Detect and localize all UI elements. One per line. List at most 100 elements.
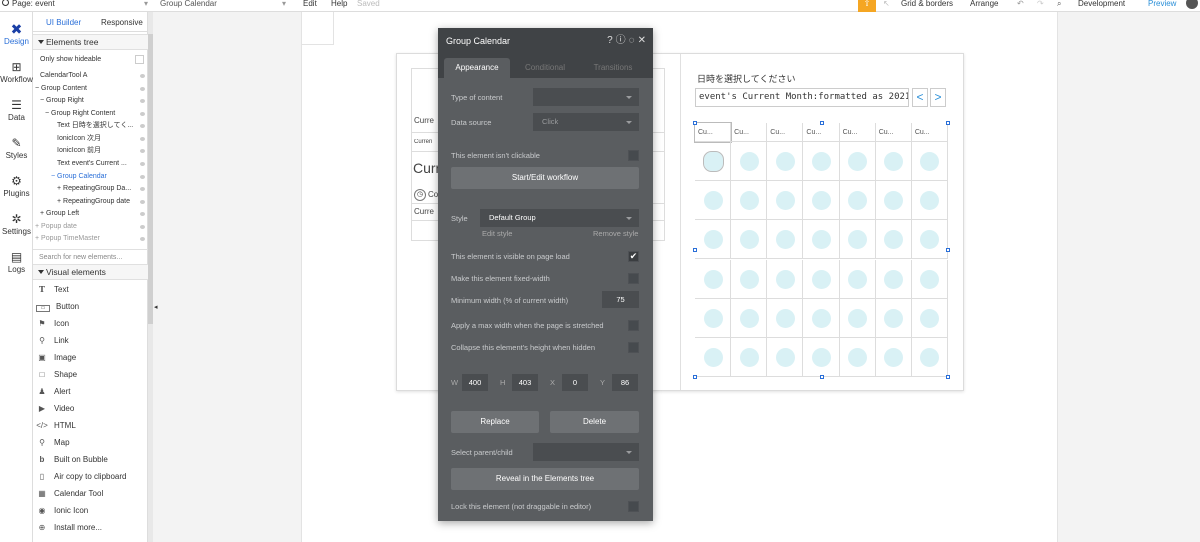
day-header[interactable]: Cu... [693,122,733,143]
x-input[interactable]: 0 [562,374,588,391]
calendar-cell[interactable] [767,181,804,221]
eye-icon[interactable] [140,124,145,128]
tab-design[interactable]: ✖ Design [0,22,33,46]
calendar-cell[interactable] [731,142,768,182]
visual-element-map[interactable]: ⚲ Map [36,434,146,451]
collapse-height-checkbox[interactable] [628,342,639,353]
calendar-cell[interactable] [767,259,804,299]
date-dot[interactable] [920,269,940,289]
calendar-cell[interactable] [839,259,876,299]
day-header[interactable]: Cu... [731,123,768,142]
left-text-4[interactable]: Co [428,190,438,199]
calendar-cell[interactable] [803,220,840,260]
date-dot[interactable] [920,230,940,250]
date-dot[interactable] [884,191,904,211]
tree-item[interactable]: − Group Right [33,95,148,107]
date-dot[interactable] [811,230,831,250]
delete-button[interactable]: Delete [550,411,639,433]
grid-borders-menu[interactable]: Grid & borders [901,0,953,9]
y-input[interactable]: 86 [612,374,638,391]
visual-element-text[interactable]: T Text [36,281,146,298]
calendar-grid[interactable]: Cu... Cu... Cu... Cu... Cu... Cu... Cu... [693,122,948,377]
visible-on-load-checkbox[interactable]: ✔ [628,251,639,262]
calendar-cell[interactable] [911,337,948,377]
calendar-cell[interactable] [875,220,912,260]
page-selector[interactable]: Page: event [2,0,55,9]
resize-handle[interactable] [693,121,697,125]
tab-responsive[interactable]: Responsive [101,18,143,27]
visual-element-html[interactable]: </> HTML [36,417,146,434]
date-dot[interactable] [775,152,795,172]
close-icon[interactable]: ✕ [638,35,649,46]
tree-item[interactable]: + RepeatingGroup date [33,196,148,208]
visual-element-shape[interactable]: □ Shape [36,366,146,383]
data-source-input[interactable]: Click [533,113,639,131]
left-text-1[interactable]: Curre [414,116,438,125]
calendar-cell[interactable] [911,181,948,221]
tree-item[interactable]: − Group Right Content [33,108,148,120]
prev-month-icon[interactable]: < [912,88,928,107]
tree-item[interactable]: + Group Left [33,208,148,220]
menu-edit[interactable]: Edit [303,0,317,9]
date-dot[interactable] [811,191,831,211]
tree-item[interactable]: IonicIcon 次月 [33,133,148,145]
date-dot[interactable] [920,347,940,367]
calendar-cell[interactable] [731,298,768,338]
calendar-cell[interactable] [803,337,840,377]
tab-plugins[interactable]: ⚙ Plugins [0,174,33,198]
date-dot[interactable] [739,152,759,172]
element-dropdown-icon[interactable]: ▾ [282,0,286,9]
tree-item[interactable]: + Popup TimeMaster [33,233,148,245]
date-dot[interactable] [848,191,868,211]
date-dot[interactable] [703,269,723,289]
visual-element-clipboard[interactable]: ▯ Air copy to clipboard [36,468,146,485]
date-dot[interactable] [811,152,831,172]
current-month-text[interactable]: event's Current Month:formatted as 2021.… [695,88,909,107]
tab-data[interactable]: ☰ Data [0,98,33,122]
side-panel-scrollbar[interactable] [148,12,153,542]
select-parent-dropdown[interactable] [533,443,639,461]
eye-icon[interactable] [140,237,145,241]
hideable-checkbox[interactable] [135,55,144,64]
date-dot[interactable] [811,347,831,367]
elements-tree-header[interactable]: Elements tree [33,34,148,50]
menu-help[interactable]: Help [331,0,347,9]
date-dot[interactable] [884,269,904,289]
calendar-cell[interactable] [695,220,732,260]
tab-logs[interactable]: ▤ Logs [0,250,33,274]
eye-icon[interactable] [140,212,145,216]
resize-handle[interactable] [946,375,950,379]
width-input[interactable]: 400 [462,374,488,391]
eye-icon[interactable] [140,162,145,166]
visual-element-video[interactable]: ▶ Video [36,400,146,417]
calendar-cell[interactable] [767,298,804,338]
left-text-5[interactable]: Curre [414,207,438,216]
resize-handle[interactable] [693,248,697,252]
calendar-cell[interactable] [911,298,948,338]
calendar-cell[interactable] [875,337,912,377]
calendar-cell[interactable] [911,220,948,260]
style-select[interactable]: Default Group [480,209,639,227]
day-header[interactable]: Cu... [911,123,948,142]
calendar-cell[interactable] [911,259,948,299]
date-dot[interactable] [775,308,795,328]
day-header[interactable]: Cu... [803,123,840,142]
date-dot[interactable] [739,269,759,289]
date-dot[interactable] [848,230,868,250]
eye-icon[interactable] [140,187,145,191]
calendar-cell[interactable] [767,220,804,260]
collapse-panel-icon[interactable]: ◂ [154,303,158,311]
date-dot[interactable] [775,347,795,367]
calendar-cell[interactable] [875,259,912,299]
date-dot[interactable] [739,230,759,250]
tree-item[interactable]: CalendarTool A [33,70,148,82]
calendar-cell[interactable] [839,142,876,182]
visual-element-ionic-icon[interactable]: ◉ Ionic Icon [36,502,146,519]
calendar-cell[interactable] [875,142,912,182]
date-dot[interactable] [920,191,940,211]
date-dot[interactable] [884,308,904,328]
height-input[interactable]: 403 [512,374,538,391]
tree-item[interactable]: − Group Content [33,83,148,95]
upgrade-icon[interactable]: ⇧ [858,0,876,12]
environment-select[interactable]: Development [1078,0,1125,9]
